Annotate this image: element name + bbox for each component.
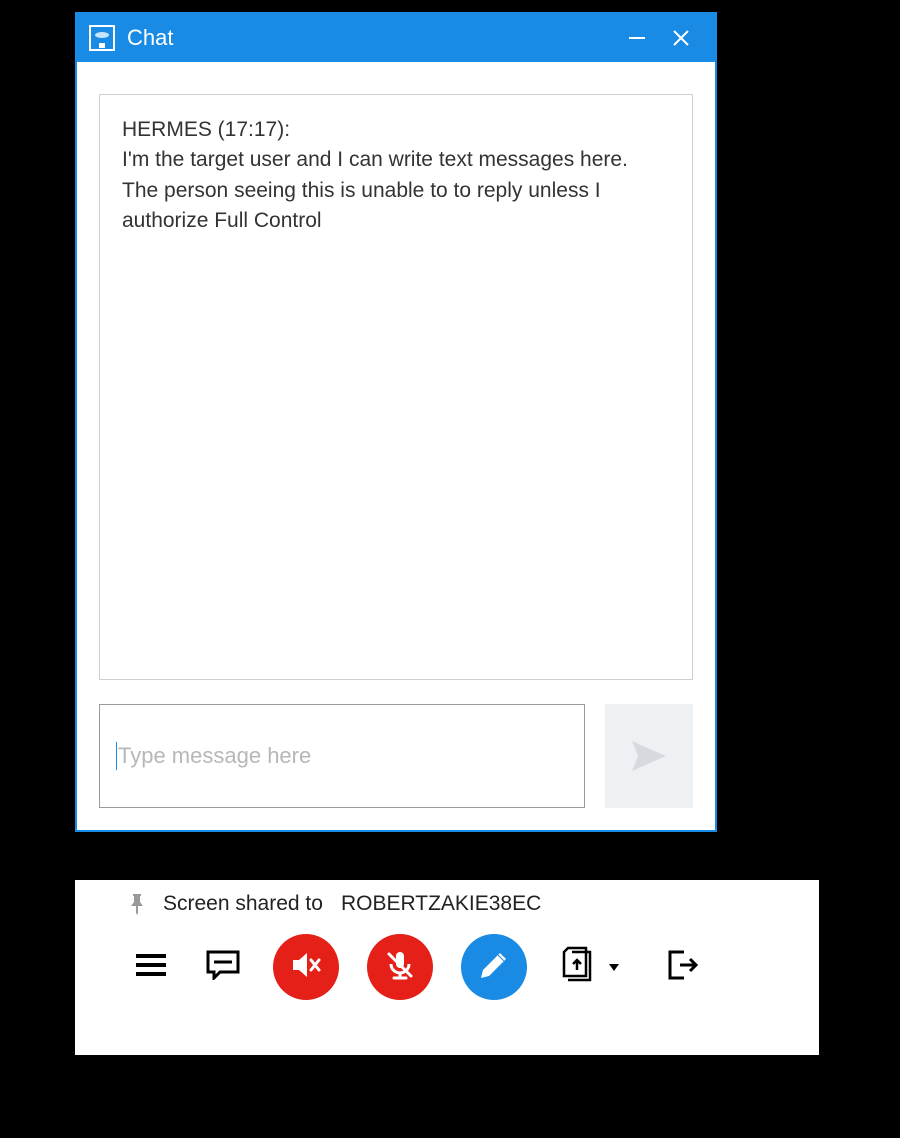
file-upload-icon xyxy=(560,946,594,989)
pin-icon xyxy=(129,893,145,915)
close-button[interactable] xyxy=(659,16,703,60)
text-caret xyxy=(116,742,117,770)
share-target: ROBERTZAKIE38EC xyxy=(341,892,541,916)
messages-area[interactable]: HERMES (17:17): I'm the target user and … xyxy=(99,94,693,680)
message-body: I'm the target user and I can write text… xyxy=(122,145,632,236)
chat-bubble-icon xyxy=(206,950,240,985)
input-row: Type message here xyxy=(99,704,693,808)
mute-mic-button[interactable] xyxy=(367,934,433,1000)
app-monitor-icon xyxy=(89,25,115,51)
chat-button[interactable] xyxy=(201,945,245,989)
message-input[interactable]: Type message here xyxy=(99,704,585,808)
message-input-placeholder: Type message here xyxy=(118,743,311,769)
titlebar: Chat xyxy=(77,14,715,62)
message-header: HERMES (17:17): xyxy=(122,115,670,145)
mic-muted-icon xyxy=(382,947,418,988)
share-toolbar: Screen shared to ROBERTZAKIE38EC xyxy=(75,880,819,1055)
chat-window: Chat HERMES (17:17): I'm the target user… xyxy=(75,12,717,832)
send-icon xyxy=(630,739,668,773)
file-upload-button[interactable] xyxy=(555,945,599,989)
exit-button[interactable] xyxy=(661,945,705,989)
menu-button[interactable] xyxy=(129,945,173,989)
pencil-icon xyxy=(478,949,510,986)
window-title: Chat xyxy=(127,25,615,51)
share-header: Screen shared to ROBERTZAKIE38EC xyxy=(101,892,793,916)
exit-icon xyxy=(666,948,700,987)
send-button[interactable] xyxy=(605,704,693,808)
toolbar-row xyxy=(101,934,793,1000)
close-icon xyxy=(671,28,691,48)
chat-body: HERMES (17:17): I'm the target user and … xyxy=(77,62,715,830)
share-label: Screen shared to xyxy=(163,892,323,916)
file-upload-dropdown[interactable] xyxy=(609,962,619,972)
minimize-button[interactable] xyxy=(615,16,659,60)
speaker-muted-icon xyxy=(288,947,324,988)
chevron-down-icon xyxy=(609,964,619,971)
menu-icon xyxy=(135,953,167,982)
annotate-button[interactable] xyxy=(461,934,527,1000)
mute-speaker-button[interactable] xyxy=(273,934,339,1000)
minimize-icon xyxy=(629,37,645,39)
